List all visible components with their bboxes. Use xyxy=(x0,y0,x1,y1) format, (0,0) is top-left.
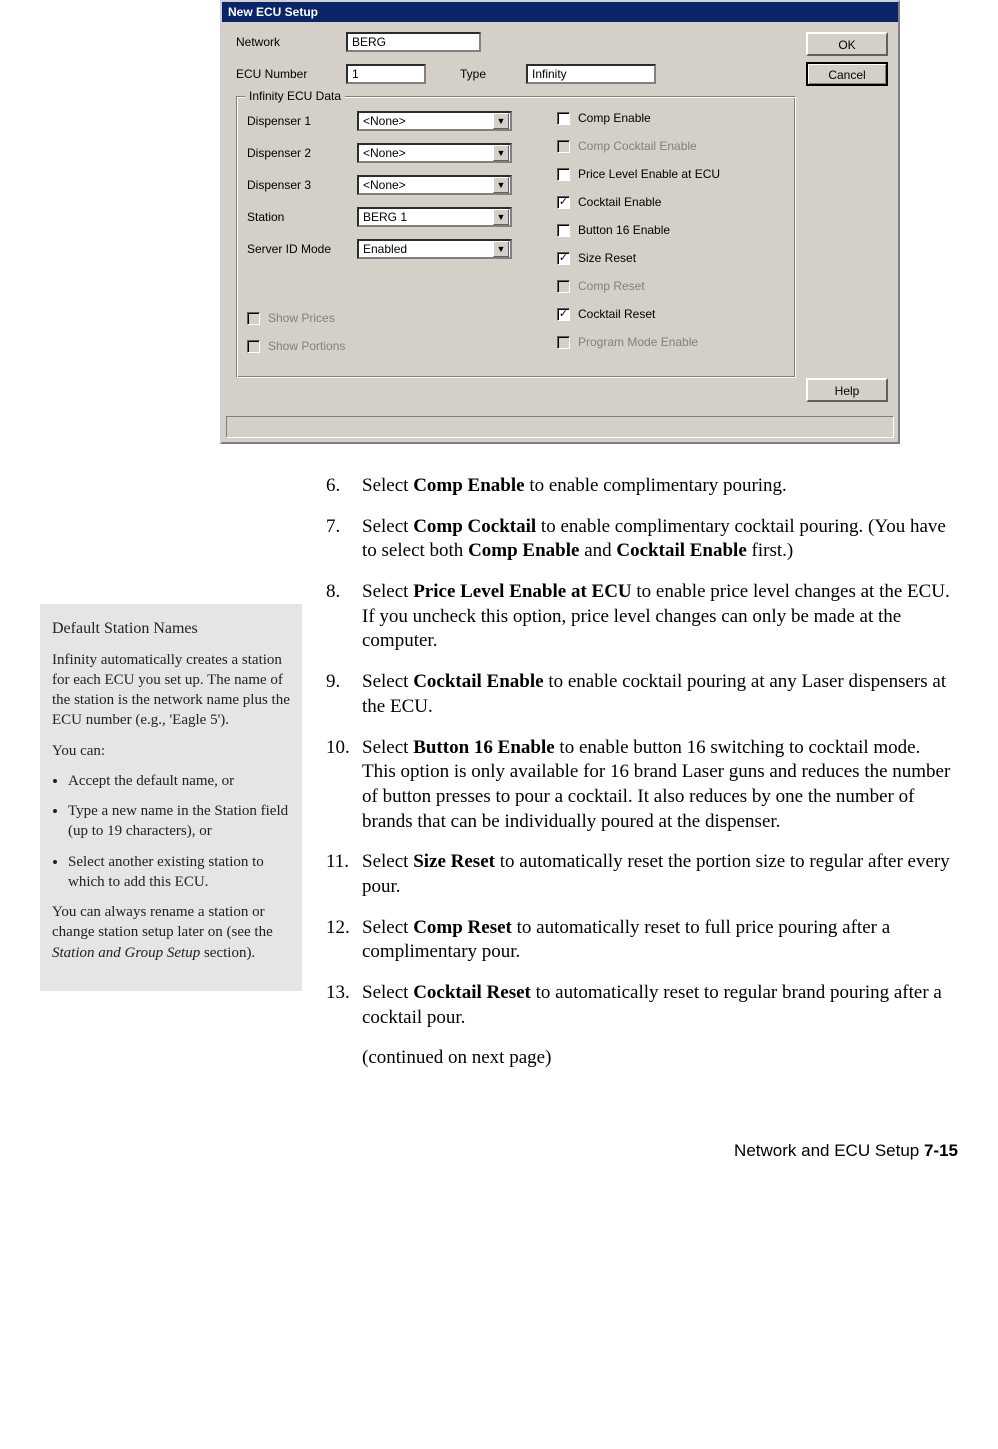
step-7: 7. Select Comp Cocktail to enable compli… xyxy=(326,515,958,564)
show-prices-checkbox: Show Prices xyxy=(247,311,527,325)
sidebar-bullet: Select another existing station to which… xyxy=(68,852,290,893)
checkbox-icon xyxy=(557,280,570,293)
comp-reset-checkbox: Comp Reset xyxy=(557,279,785,293)
new-ecu-setup-dialog: New ECU Setup Network BERG ECU Number 1 … xyxy=(220,0,900,444)
dispenser3-label: Dispenser 3 xyxy=(247,178,347,192)
dispenser3-combo[interactable]: <None> ▼ xyxy=(357,175,512,195)
cancel-button[interactable]: Cancel xyxy=(806,62,888,86)
chevron-down-icon[interactable]: ▼ xyxy=(493,209,509,225)
checkbox-icon: ✓ xyxy=(557,308,570,321)
group-title: Infinity ECU Data xyxy=(245,89,345,103)
network-label: Network xyxy=(236,35,336,49)
sidebar-p3: You can always rename a station or chang… xyxy=(52,902,290,963)
chevron-down-icon[interactable]: ▼ xyxy=(493,145,509,161)
program-mode-label: Program Mode Enable xyxy=(578,335,698,349)
step-number: 10. xyxy=(326,736,362,835)
chevron-down-icon[interactable]: ▼ xyxy=(493,177,509,193)
sidebar-bullet: Accept the default name, or xyxy=(68,771,290,791)
sidebar-title: Default Station Names xyxy=(52,618,290,640)
step-number: 9. xyxy=(326,670,362,719)
comp-enable-checkbox[interactable]: Comp Enable xyxy=(557,111,785,125)
type-label: Type xyxy=(436,67,486,81)
server-id-value: Enabled xyxy=(363,242,407,256)
comp-cocktail-checkbox: Comp Cocktail Enable xyxy=(557,139,785,153)
ecu-number-label: ECU Number xyxy=(236,67,336,81)
size-reset-label: Size Reset xyxy=(578,251,636,265)
checkbox-icon xyxy=(557,168,570,181)
step-11: 11. Select Size Reset to automatically r… xyxy=(326,850,958,899)
checkbox-icon xyxy=(557,224,570,237)
program-mode-checkbox: Program Mode Enable xyxy=(557,335,785,349)
dispenser2-label: Dispenser 2 xyxy=(247,146,347,160)
step-12: 12. Select Comp Reset to automatically r… xyxy=(326,916,958,965)
step-number: 11. xyxy=(326,850,362,899)
sidebar-p2: You can: xyxy=(52,741,290,761)
dispenser1-label: Dispenser 1 xyxy=(247,114,347,128)
step-number: 7. xyxy=(326,515,362,564)
instruction-steps: 6. Select Comp Enable to enable complime… xyxy=(326,474,958,1071)
checkbox-icon xyxy=(557,112,570,125)
cocktail-reset-label: Cocktail Reset xyxy=(578,307,655,321)
page-footer: Network and ECU Setup 7-15 xyxy=(40,1141,958,1161)
chevron-down-icon[interactable]: ▼ xyxy=(493,113,509,129)
dispenser2-value: <None> xyxy=(363,146,406,160)
show-portions-label: Show Portions xyxy=(268,339,345,353)
ecu-number-input[interactable]: 1 xyxy=(346,64,426,84)
step-10: 10. Select Button 16 Enable to enable bu… xyxy=(326,736,958,835)
server-id-label: Server ID Mode xyxy=(247,242,347,256)
type-input[interactable]: Infinity xyxy=(526,64,656,84)
comp-enable-label: Comp Enable xyxy=(578,111,651,125)
checkbox-icon xyxy=(247,312,260,325)
step-13: 13. Select Cocktail Reset to automatical… xyxy=(326,981,958,1030)
size-reset-checkbox[interactable]: ✓ Size Reset xyxy=(557,251,785,265)
dialog-title: New ECU Setup xyxy=(222,2,898,22)
step-number: 12. xyxy=(326,916,362,965)
sidebar-bullet: Type a new name in the Station field (up… xyxy=(68,801,290,842)
cocktail-enable-checkbox[interactable]: ✓ Cocktail Enable xyxy=(557,195,785,209)
show-portions-checkbox: Show Portions xyxy=(247,339,527,353)
chevron-down-icon[interactable]: ▼ xyxy=(493,241,509,257)
dispenser1-combo[interactable]: <None> ▼ xyxy=(357,111,512,131)
comp-reset-label: Comp Reset xyxy=(578,279,645,293)
dispenser1-value: <None> xyxy=(363,114,406,128)
comp-cocktail-label: Comp Cocktail Enable xyxy=(578,139,697,153)
station-value: BERG 1 xyxy=(363,210,407,224)
station-label: Station xyxy=(247,210,347,224)
checkbox-icon xyxy=(247,340,260,353)
infinity-ecu-data-group: Infinity ECU Data Dispenser 1 <None> ▼ xyxy=(236,96,796,378)
cocktail-enable-label: Cocktail Enable xyxy=(578,195,661,209)
sidebar-p1: Infinity automatically creates a station… xyxy=(52,650,290,731)
status-bar xyxy=(226,416,894,438)
dispenser2-combo[interactable]: <None> ▼ xyxy=(357,143,512,163)
server-id-combo[interactable]: Enabled ▼ xyxy=(357,239,512,259)
step-6: 6. Select Comp Enable to enable complime… xyxy=(326,474,958,499)
step-number: 6. xyxy=(326,474,362,499)
step-9: 9. Select Cocktail Enable to enable cock… xyxy=(326,670,958,719)
price-level-label: Price Level Enable at ECU xyxy=(578,167,720,181)
button16-checkbox[interactable]: Button 16 Enable xyxy=(557,223,785,237)
price-level-checkbox[interactable]: Price Level Enable at ECU xyxy=(557,167,785,181)
step-number: 8. xyxy=(326,580,362,654)
checkbox-icon xyxy=(557,140,570,153)
cocktail-reset-checkbox[interactable]: ✓ Cocktail Reset xyxy=(557,307,785,321)
checkbox-icon: ✓ xyxy=(557,196,570,209)
ok-button[interactable]: OK xyxy=(806,32,888,56)
continued-note: (continued on next page) xyxy=(362,1046,958,1071)
sidebar-note: Default Station Names Infinity automatic… xyxy=(40,604,302,991)
station-combo[interactable]: BERG 1 ▼ xyxy=(357,207,512,227)
button16-label: Button 16 Enable xyxy=(578,223,670,237)
checkbox-icon xyxy=(557,336,570,349)
network-input[interactable]: BERG xyxy=(346,32,481,52)
step-8: 8. Select Price Level Enable at ECU to e… xyxy=(326,580,958,654)
dispenser3-value: <None> xyxy=(363,178,406,192)
checkbox-icon: ✓ xyxy=(557,252,570,265)
step-number: 13. xyxy=(326,981,362,1030)
help-button[interactable]: Help xyxy=(806,378,888,402)
show-prices-label: Show Prices xyxy=(268,311,335,325)
